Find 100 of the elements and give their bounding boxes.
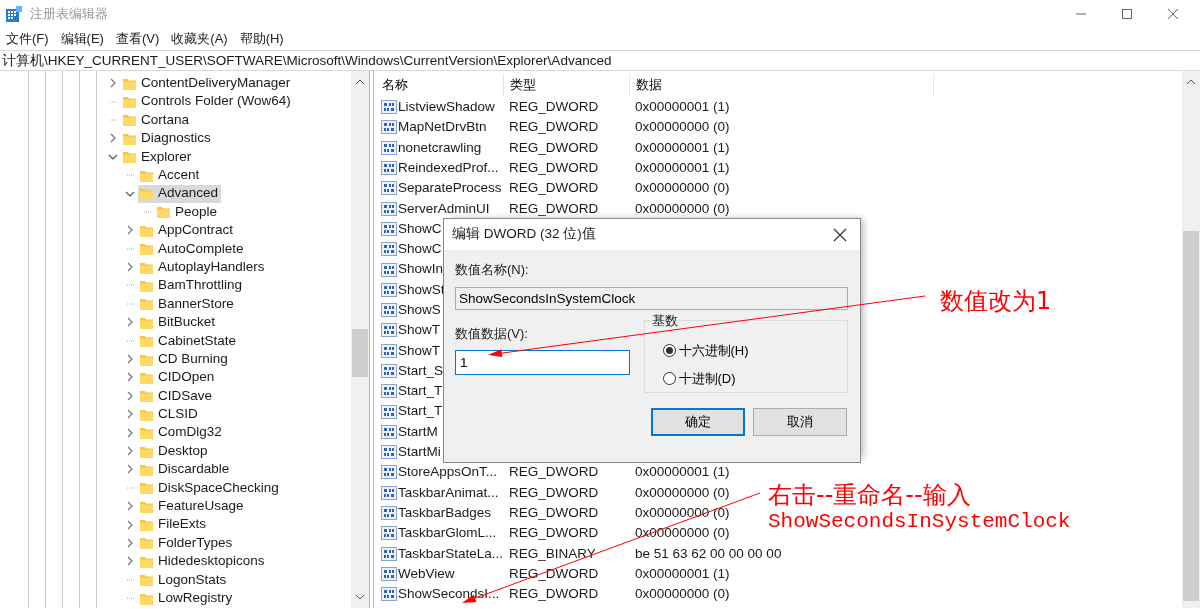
- scrollbar[interactable]: [351, 71, 369, 608]
- annotation-text: 右击--重命名--输入: [768, 482, 972, 510]
- value-icon: [381, 403, 397, 420]
- value-name[interactable]: ReindexedProf...: [398, 157, 499, 179]
- expand-icon[interactable]: [126, 262, 134, 273]
- value-name[interactable]: Start_T: [398, 381, 443, 402]
- expand-icon[interactable]: [109, 78, 117, 89]
- expand-icon[interactable]: [126, 537, 134, 548]
- tree-item[interactable]: FeatureUsage: [138, 497, 247, 516]
- expand-icon[interactable]: [126, 519, 134, 530]
- radio-button[interactable]: 十进制(D): [662, 364, 736, 393]
- tree-item[interactable]: FileExts: [138, 515, 209, 534]
- tree-item[interactable]: ComDlg32: [138, 423, 225, 442]
- tree-item[interactable]: Desktop: [138, 442, 211, 460]
- value-field[interactable]: 1: [455, 350, 630, 375]
- tree-item[interactable]: AppContract: [138, 221, 237, 240]
- tree-item[interactable]: Explorer: [121, 147, 195, 166]
- tree-item[interactable]: Cortana: [121, 110, 193, 129]
- value-name[interactable]: SeparateProcess: [398, 178, 502, 199]
- tree-item[interactable]: BannerStore: [138, 294, 237, 313]
- expand-icon[interactable]: [109, 133, 117, 144]
- menu-item[interactable]: 收藏夹(A): [165, 29, 234, 49]
- scrollbar[interactable]: [1182, 71, 1200, 608]
- column-header[interactable]: 数据: [630, 74, 934, 96]
- expand-icon[interactable]: [126, 427, 134, 438]
- tree-item[interactable]: CabinetState: [138, 331, 240, 350]
- tree-item[interactable]: BamThrottling: [138, 276, 246, 295]
- value-data: be 51 63 62 00 00 00 00: [635, 545, 782, 561]
- tree-item[interactable]: Controls Folder (Wow64): [121, 92, 294, 111]
- value-name[interactable]: TaskbarGlomL...: [398, 523, 497, 544]
- tree-item[interactable]: Accent: [138, 166, 203, 185]
- name-field[interactable]: ShowSecondsInSystemClock: [455, 286, 848, 310]
- collapse-icon[interactable]: [108, 152, 118, 161]
- radio-button[interactable]: 十六进制(H): [662, 336, 749, 365]
- scrollbar-thumb[interactable]: [352, 329, 368, 377]
- collapse-icon[interactable]: [125, 189, 135, 198]
- value-name[interactable]: StoreAppsOnT...: [398, 462, 498, 483]
- tree-item[interactable]: CD Burning: [138, 350, 231, 369]
- ok-button[interactable]: 确定: [651, 407, 745, 436]
- value-name[interactable]: ServerAdminUI: [398, 198, 490, 219]
- expand-icon[interactable]: [126, 556, 134, 567]
- expand-icon[interactable]: [126, 372, 134, 383]
- scrollbar-thumb[interactable]: [1183, 231, 1199, 601]
- value-name[interactable]: Start_T: [398, 401, 443, 422]
- column-header[interactable]: 类型: [504, 74, 630, 96]
- menu-item[interactable]: 文件(F): [0, 29, 55, 49]
- address-bar[interactable]: 计算机\HKEY_CURRENT_USER\SOFTWARE\Microsoft\Windows\CurrentVersion\Explorer\Advanced: [0, 50, 1200, 71]
- menu-item[interactable]: 编辑(E): [54, 29, 110, 49]
- menu-item[interactable]: 查看(V): [109, 29, 166, 49]
- column-header[interactable]: 名称: [376, 74, 504, 96]
- expand-icon[interactable]: [126, 464, 134, 475]
- scroll-up-icon[interactable]: [1186, 79, 1196, 85]
- tree-item[interactable]: LogonStats: [138, 570, 230, 589]
- tree-item[interactable]: LowRegistry: [138, 589, 236, 608]
- tree-item[interactable]: Advanced: [138, 184, 222, 203]
- value-name[interactable]: TaskbarStateLa...: [398, 543, 504, 564]
- cancel-button[interactable]: 取消: [753, 407, 847, 436]
- window-title: 注册表编辑器: [30, 5, 108, 24]
- value-name[interactable]: StartMi: [398, 442, 441, 463]
- tree-item[interactable]: CLSID: [138, 405, 201, 424]
- value-name[interactable]: ShowSt: [398, 279, 445, 300]
- expand-icon[interactable]: [126, 409, 134, 420]
- value-name[interactable]: ShowC: [398, 239, 442, 260]
- value-name[interactable]: StartM: [398, 421, 438, 442]
- menu-item[interactable]: 帮助(H): [233, 29, 290, 49]
- tree-item[interactable]: FolderTypes: [138, 533, 236, 552]
- expand-icon[interactable]: [126, 390, 134, 401]
- value-name[interactable]: ShowS: [398, 300, 441, 321]
- tree-item[interactable]: ContentDeliveryManager: [121, 74, 294, 93]
- value-name[interactable]: ShowT: [398, 320, 441, 341]
- value-type: REG_DWORD: [509, 139, 599, 155]
- folder-icon: [139, 388, 154, 404]
- value-name[interactable]: Start_S: [398, 360, 444, 382]
- tree-item[interactable]: CIDOpen: [138, 368, 218, 387]
- tree-item[interactable]: AutoComplete: [138, 239, 247, 258]
- value-name[interactable]: MapNetDrvBtn: [398, 117, 487, 138]
- scroll-up-icon[interactable]: [355, 79, 365, 85]
- expand-icon[interactable]: [126, 501, 134, 512]
- tree-item[interactable]: CIDSave: [138, 386, 216, 405]
- dialog-title: 编辑 DWORD (32 位)值: [452, 225, 596, 244]
- tree-item[interactable]: DiskSpaceChecking: [138, 478, 282, 497]
- expand-icon[interactable]: [126, 317, 134, 328]
- tree-item[interactable]: AutoplayHandlers: [138, 258, 268, 277]
- value-name[interactable]: WebView: [398, 563, 455, 585]
- value-name[interactable]: nonetcrawling: [398, 137, 482, 158]
- scroll-down-icon[interactable]: [355, 594, 365, 600]
- tree-item[interactable]: BitBucket: [138, 313, 219, 332]
- value-name[interactable]: ShowIn: [398, 259, 444, 280]
- tree-item[interactable]: Diagnostics: [121, 129, 214, 148]
- expand-icon[interactable]: [126, 446, 134, 456]
- expand-icon[interactable]: [126, 225, 134, 236]
- expand-icon[interactable]: [126, 354, 134, 365]
- tree-item[interactable]: Discardable: [138, 460, 233, 479]
- tree-item[interactable]: Hidedesktopicons: [138, 552, 268, 571]
- value-name[interactable]: ShowC: [398, 218, 442, 240]
- tree-item[interactable]: People: [155, 202, 221, 221]
- value-name[interactable]: TaskbarAnimat...: [398, 482, 499, 503]
- value-name[interactable]: TaskbarBadges: [398, 502, 492, 524]
- value-name[interactable]: ListviewShadow: [398, 97, 495, 118]
- value-name[interactable]: ShowT: [398, 340, 441, 361]
